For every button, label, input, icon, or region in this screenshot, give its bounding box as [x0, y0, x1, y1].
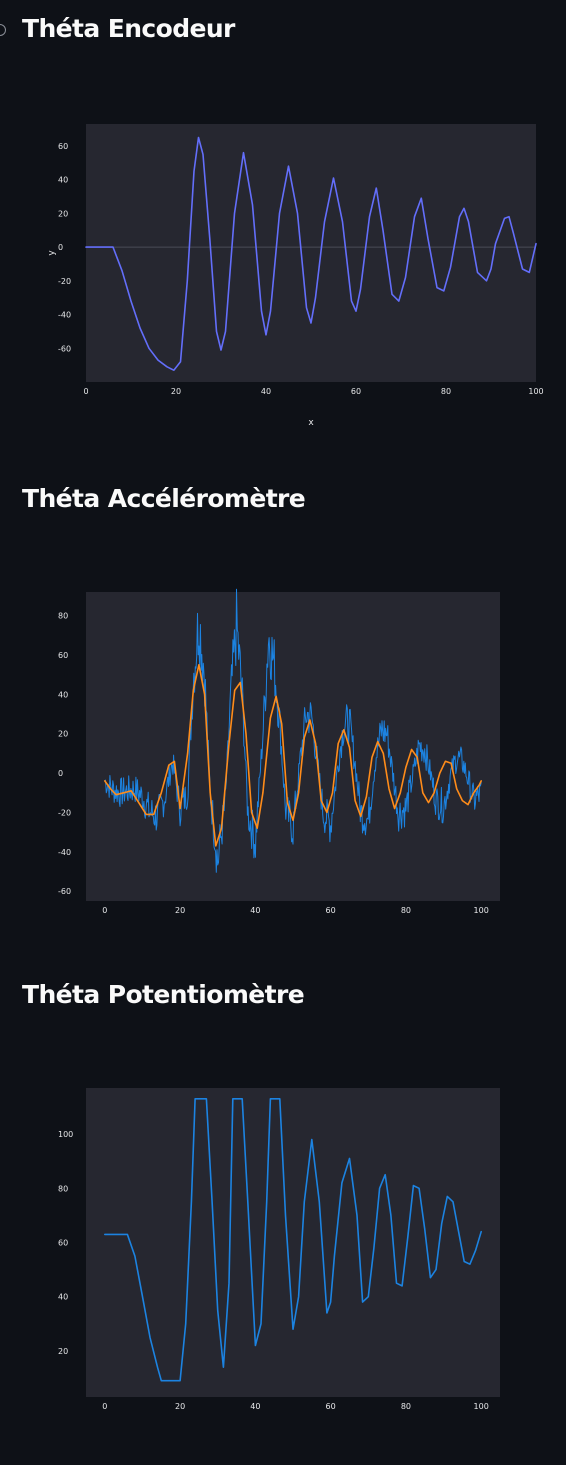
y-tick-label: 20	[58, 730, 68, 739]
x-tick-label: 20	[175, 906, 185, 915]
x-tick-label: 40	[261, 387, 271, 396]
x-axis-title: x	[308, 418, 314, 428]
x-tick-label: 100	[528, 387, 543, 396]
y-tick-label: 100	[58, 1130, 73, 1139]
x-tick-label: 60	[351, 387, 361, 396]
x-tick-label: 20	[171, 387, 181, 396]
plot-area	[86, 124, 536, 382]
y-tick-label: 60	[58, 1239, 68, 1248]
plot-area	[86, 592, 500, 901]
app-page: Théta Encodeur -60 -40 -20 0 20 40 60 0 20 40 60 80…	[0, 0, 566, 1465]
chart-accelerometre[interactable]: -60 -40 -20 0 20 40 60 80 0 20 40 60 80 100	[0, 460, 566, 920]
y-tick-label: 40	[58, 1293, 68, 1302]
x-tick-label: 100	[474, 906, 489, 915]
x-tick-label: 60	[326, 906, 336, 915]
x-tick-label: 40	[250, 906, 260, 915]
y-tick-label: 40	[58, 176, 68, 185]
y-tick-label: -20	[58, 277, 71, 286]
plot-area	[86, 1088, 500, 1397]
x-tick-label: 100	[474, 1402, 489, 1411]
y-tick-label: -40	[58, 848, 71, 857]
y-tick-label: 80	[58, 612, 68, 621]
chart-encodeur[interactable]: -60 -40 -20 0 20 40 60 0 20 40 60 80 100 x y	[0, 0, 566, 450]
x-tick-label: 0	[102, 906, 107, 915]
x-tick-label: 0	[83, 387, 88, 396]
chart-potentiometre[interactable]: 20 40 60 80 100 0 20 40 60 80 100	[0, 956, 566, 1416]
x-tick-label: 80	[401, 906, 411, 915]
x-tick-label: 80	[441, 387, 451, 396]
y-tick-label: -60	[58, 344, 71, 353]
x-tick-label: 20	[175, 1402, 185, 1411]
y-tick-label: 0	[58, 243, 63, 252]
y-tick-label: 20	[58, 209, 68, 218]
y-axis-title: y	[47, 250, 57, 256]
y-tick-label: 0	[58, 769, 63, 778]
y-tick-label: 80	[58, 1184, 68, 1193]
x-tick-label: 60	[326, 1402, 336, 1411]
x-tick-label: 0	[102, 1402, 107, 1411]
x-tick-label: 40	[250, 1402, 260, 1411]
y-tick-label: 20	[58, 1347, 68, 1356]
y-tick-label: 40	[58, 690, 68, 699]
y-tick-label: 60	[58, 651, 68, 660]
y-tick-label: -20	[58, 808, 71, 817]
x-tick-label: 80	[401, 1402, 411, 1411]
y-tick-label: -60	[58, 887, 71, 896]
y-tick-label: 60	[58, 142, 68, 151]
y-tick-label: -40	[58, 311, 71, 320]
